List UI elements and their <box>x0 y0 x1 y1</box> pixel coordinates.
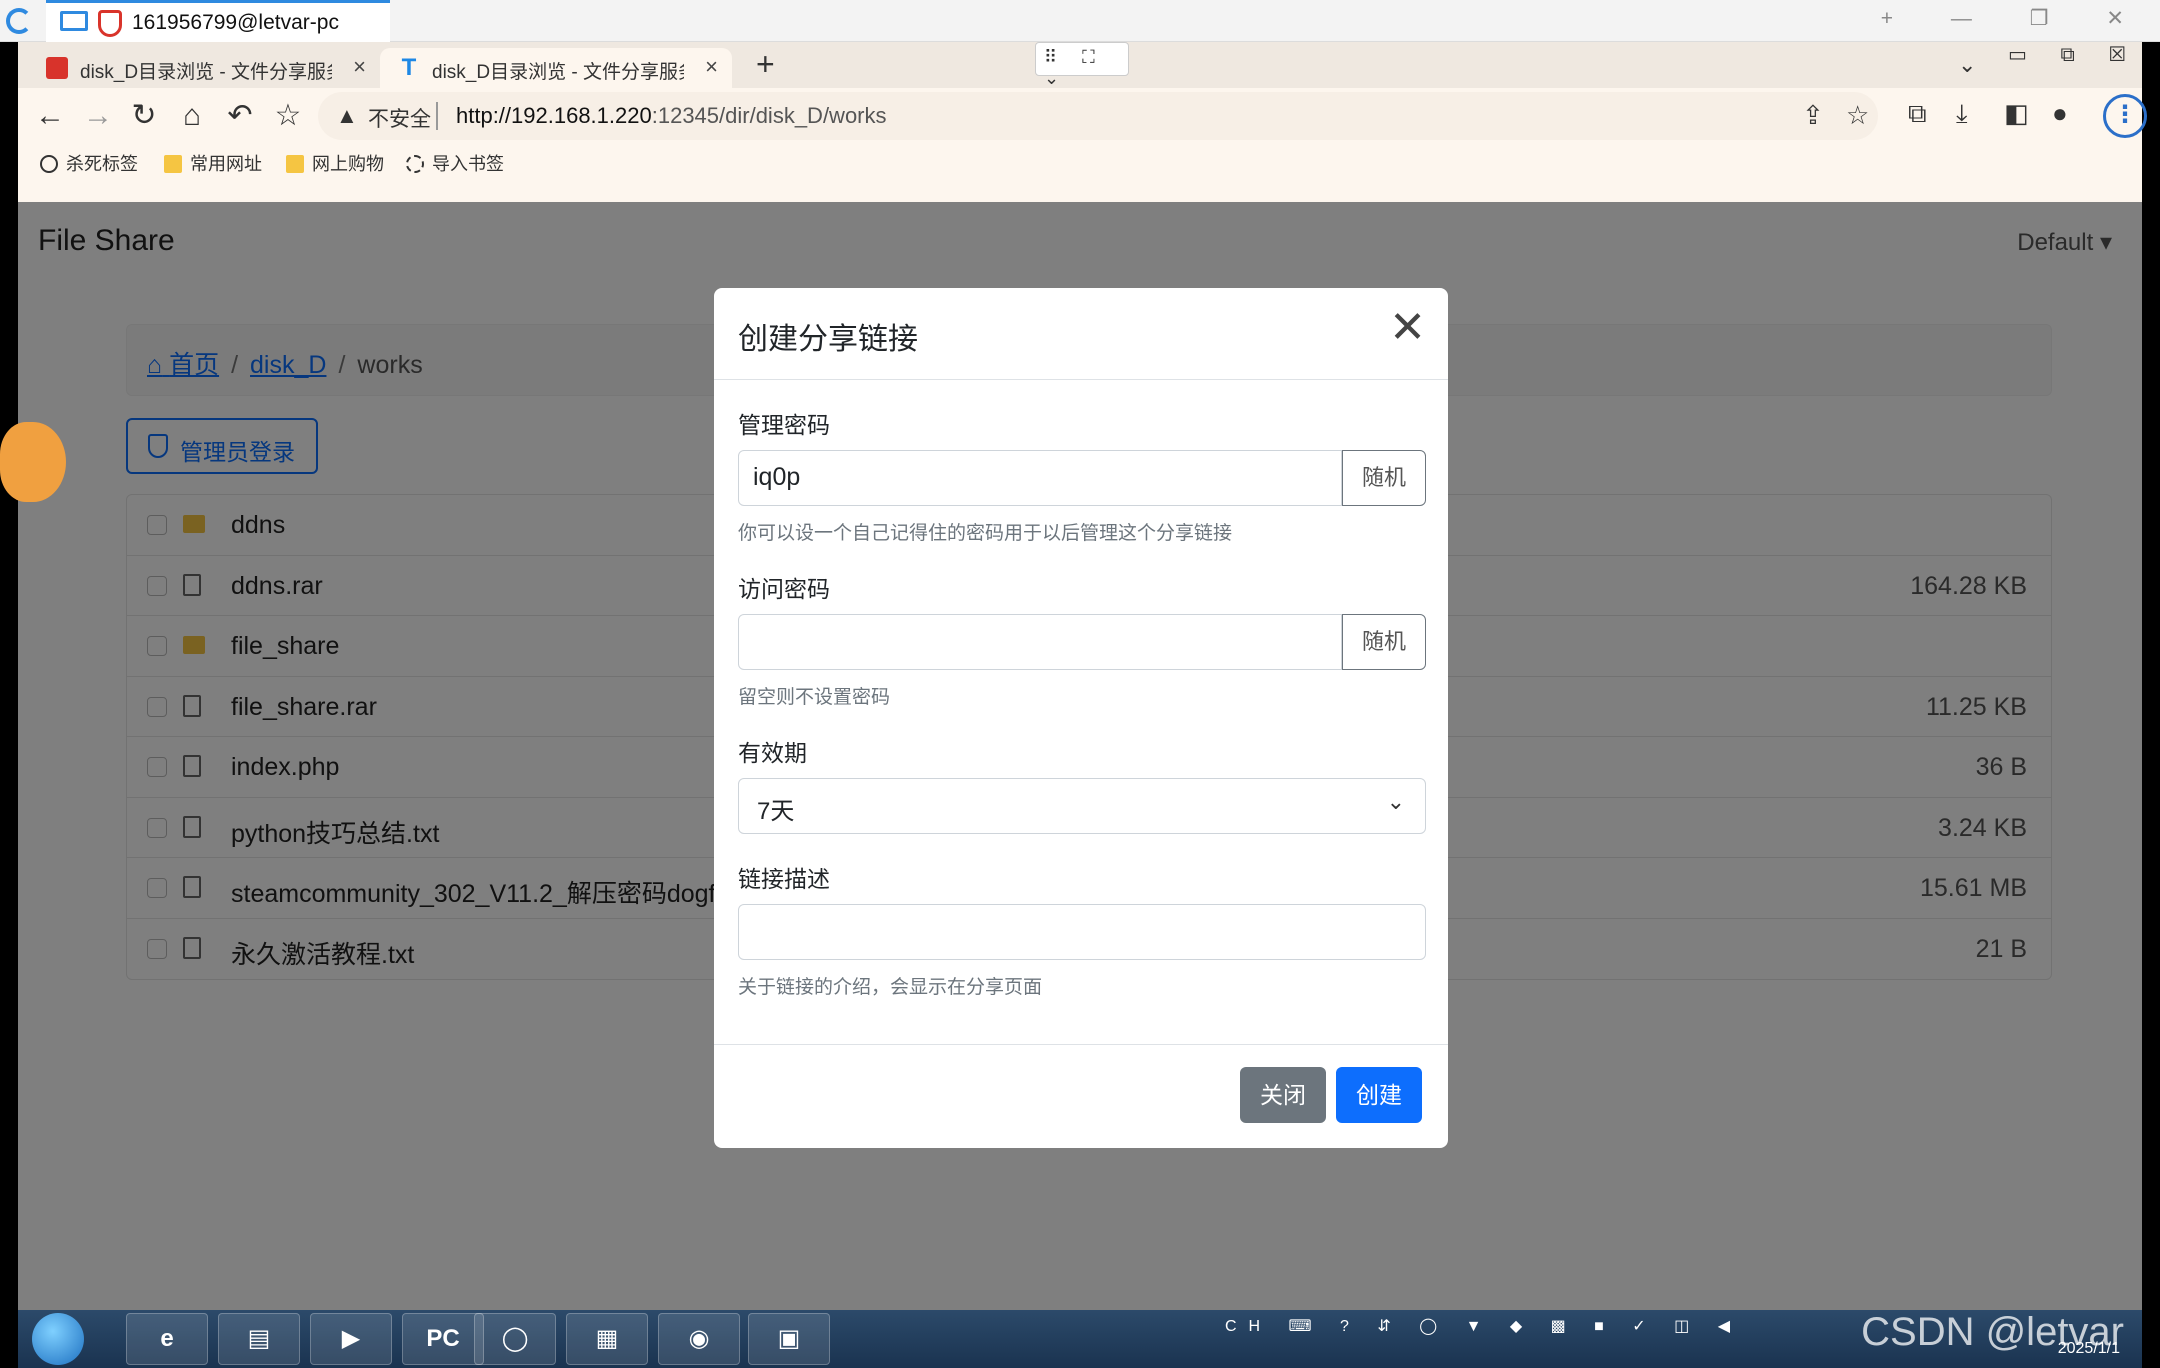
validity-select[interactable]: 7天 ⌄ <box>738 778 1426 834</box>
python-icon[interactable]: ▣ <box>748 1313 830 1365</box>
insecure-label: 不安全 <box>368 108 431 131</box>
forward-icon[interactable]: → <box>78 96 118 136</box>
divider <box>436 102 438 130</box>
remote-app-icon[interactable]: ◯ <box>474 1313 556 1365</box>
tab-close-icon[interactable]: × <box>705 54 718 80</box>
bookmark-folder[interactable]: 常用网址 <box>164 150 262 176</box>
address-bar[interactable]: ▲ 不安全 http://192.168.1.220:12345/dir/dis… <box>318 92 1878 140</box>
media-player-icon[interactable]: ▶ <box>310 1313 392 1365</box>
url-text[interactable]: http://192.168.1.220:12345/dir/disk_D/wo… <box>456 103 887 129</box>
remote-session-title: 161956799@letvar-pc <box>132 11 339 34</box>
create-share-link-modal: 创建分享链接 ✕ 管理密码 iq0p 随机 你可以设一个自己记得住的密码用于以后… <box>714 288 1448 1148</box>
download-icon[interactable]: ⤓ <box>1956 98 1968 130</box>
bookmarks-bar: 杀死标签 常用网址 网上购物 导入书签 <box>18 144 2142 182</box>
csdn-watermark: CSDN @letvar <box>1861 1310 2124 1354</box>
home-icon[interactable]: ⌂ <box>172 96 212 136</box>
new-tab-button[interactable]: + <box>756 46 775 83</box>
admin-password-input[interactable]: iq0p <box>738 450 1342 506</box>
warning-icon: ▲ <box>336 103 358 128</box>
bookmark-star-icon[interactable]: ☆ <box>1846 100 1869 131</box>
bookmark-item[interactable]: 杀死标签 <box>40 150 138 176</box>
modal-title: 创建分享链接 <box>738 323 918 356</box>
admin-password-help: 你可以设一个自己记得住的密码用于以后管理这个分享链接 <box>738 523 1233 544</box>
remote-window-controls[interactable]: + — ❐ ✕ <box>1881 6 2150 31</box>
validity-selected-value: 7天 <box>757 798 795 825</box>
admin-password-label: 管理密码 <box>738 412 830 438</box>
reload-icon[interactable]: ↻ <box>124 96 164 136</box>
close-button[interactable]: 关闭 <box>1240 1067 1326 1123</box>
pycharm-icon[interactable]: PC <box>402 1313 484 1365</box>
tab-close-icon[interactable]: × <box>353 54 366 80</box>
page-content: File Share Default ▾ ⌂ 首页/disk_D/works 管… <box>0 202 2142 1310</box>
access-password-random-button[interactable]: 随机 <box>1342 614 1426 670</box>
monitor-icon <box>60 11 88 31</box>
create-button[interactable]: 创建 <box>1336 1067 1422 1123</box>
remote-app-logo-icon <box>6 8 32 34</box>
windows-taskbar: e ▤ ▶ PC ◯ ▦ ◉ ▣ CH ⌨ ? ⇵ ◯ ▼ ◆ ▩ ■ ✓ ◫ … <box>18 1310 2142 1368</box>
folder-icon <box>164 155 182 173</box>
globe-icon <box>40 155 58 173</box>
modal-header: 创建分享链接 ✕ <box>714 288 1448 380</box>
description-input[interactable] <box>738 904 1426 960</box>
tab-strip: disk_D目录浏览 - 文件分享服务 × T disk_D目录浏览 - 文件分… <box>18 42 2142 88</box>
site-favicon-icon: T <box>401 54 417 81</box>
menu-icon[interactable]: ⋮ <box>2103 94 2147 138</box>
description-label: 链接描述 <box>738 866 830 892</box>
site-favicon-icon <box>46 57 68 79</box>
bookmark-folder[interactable]: 网上购物 <box>286 150 384 176</box>
browser-toolbar: ← → ↻ ⌂ ↶ ☆ ▲ 不安全 http://192.168.1.220:1… <box>18 88 2147 144</box>
shield-icon <box>98 10 122 37</box>
system-monitor-icon[interactable]: ▦ <box>566 1313 648 1365</box>
share-icon[interactable]: ⇪ <box>1802 100 1824 131</box>
browser-tab-2-active[interactable]: T disk_D目录浏览 - 文件分享服务 × <box>380 48 732 88</box>
profile-icon[interactable]: ● <box>2052 98 2068 129</box>
admin-password-random-button[interactable]: 随机 <box>1342 450 1426 506</box>
system-tray[interactable]: CH ⌨ ? ⇵ ◯ ▼ ◆ ▩ ■ ✓ ◫ ◀ <box>1225 1316 1742 1336</box>
browser-window: disk_D目录浏览 - 文件分享服务 × T disk_D目录浏览 - 文件分… <box>0 42 2147 1310</box>
chrome-icon[interactable]: ◉ <box>658 1313 740 1365</box>
ie-icon[interactable]: e <box>126 1313 208 1365</box>
validity-label: 有效期 <box>738 740 807 766</box>
remote-session-tab[interactable]: 161956799@letvar-pc <box>46 0 390 42</box>
access-password-label: 访问密码 <box>738 576 830 602</box>
modal-footer: 关闭 创建 <box>714 1044 1448 1148</box>
tab-list-chevron-icon[interactable]: ⌄ <box>1958 52 1976 78</box>
floating-toolbar[interactable]: ⠿ ⛶ ⌄ <box>1035 42 1129 88</box>
back-icon[interactable]: ← <box>30 96 70 136</box>
tab-title: disk_D目录浏览 - 文件分享服务 <box>432 62 684 83</box>
screenshot-icon[interactable]: ⧉ <box>1908 98 1927 130</box>
description-help: 关于链接的介绍，会显示在分享页面 <box>738 977 1043 998</box>
browser-tab-1[interactable]: disk_D目录浏览 - 文件分享服务 × <box>28 48 380 88</box>
star-icon[interactable]: ☆ <box>268 96 308 136</box>
browser-window-controls[interactable]: ▭ ⧉ ☒ <box>2008 42 2140 67</box>
explorer-icon[interactable]: ▤ <box>218 1313 300 1365</box>
close-icon[interactable]: ✕ <box>1389 306 1426 350</box>
access-password-help: 留空则不设置密码 <box>738 687 891 708</box>
floating-assistant-icon[interactable] <box>0 422 66 502</box>
tab-title: disk_D目录浏览 - 文件分享服务 <box>80 62 332 83</box>
sidebar-icon[interactable]: ◧ <box>2004 98 2029 129</box>
bookmark-import[interactable]: 导入书签 <box>406 150 504 176</box>
chevron-down-icon: ⌄ <box>1386 789 1405 814</box>
remote-desktop-bar: 161956799@letvar-pc + — ❐ ✕ <box>0 0 2160 42</box>
start-button[interactable] <box>32 1313 84 1365</box>
folder-icon <box>286 155 304 173</box>
gear-icon <box>406 155 424 173</box>
undo-icon[interactable]: ↶ <box>220 96 260 136</box>
access-password-input[interactable] <box>738 614 1342 670</box>
